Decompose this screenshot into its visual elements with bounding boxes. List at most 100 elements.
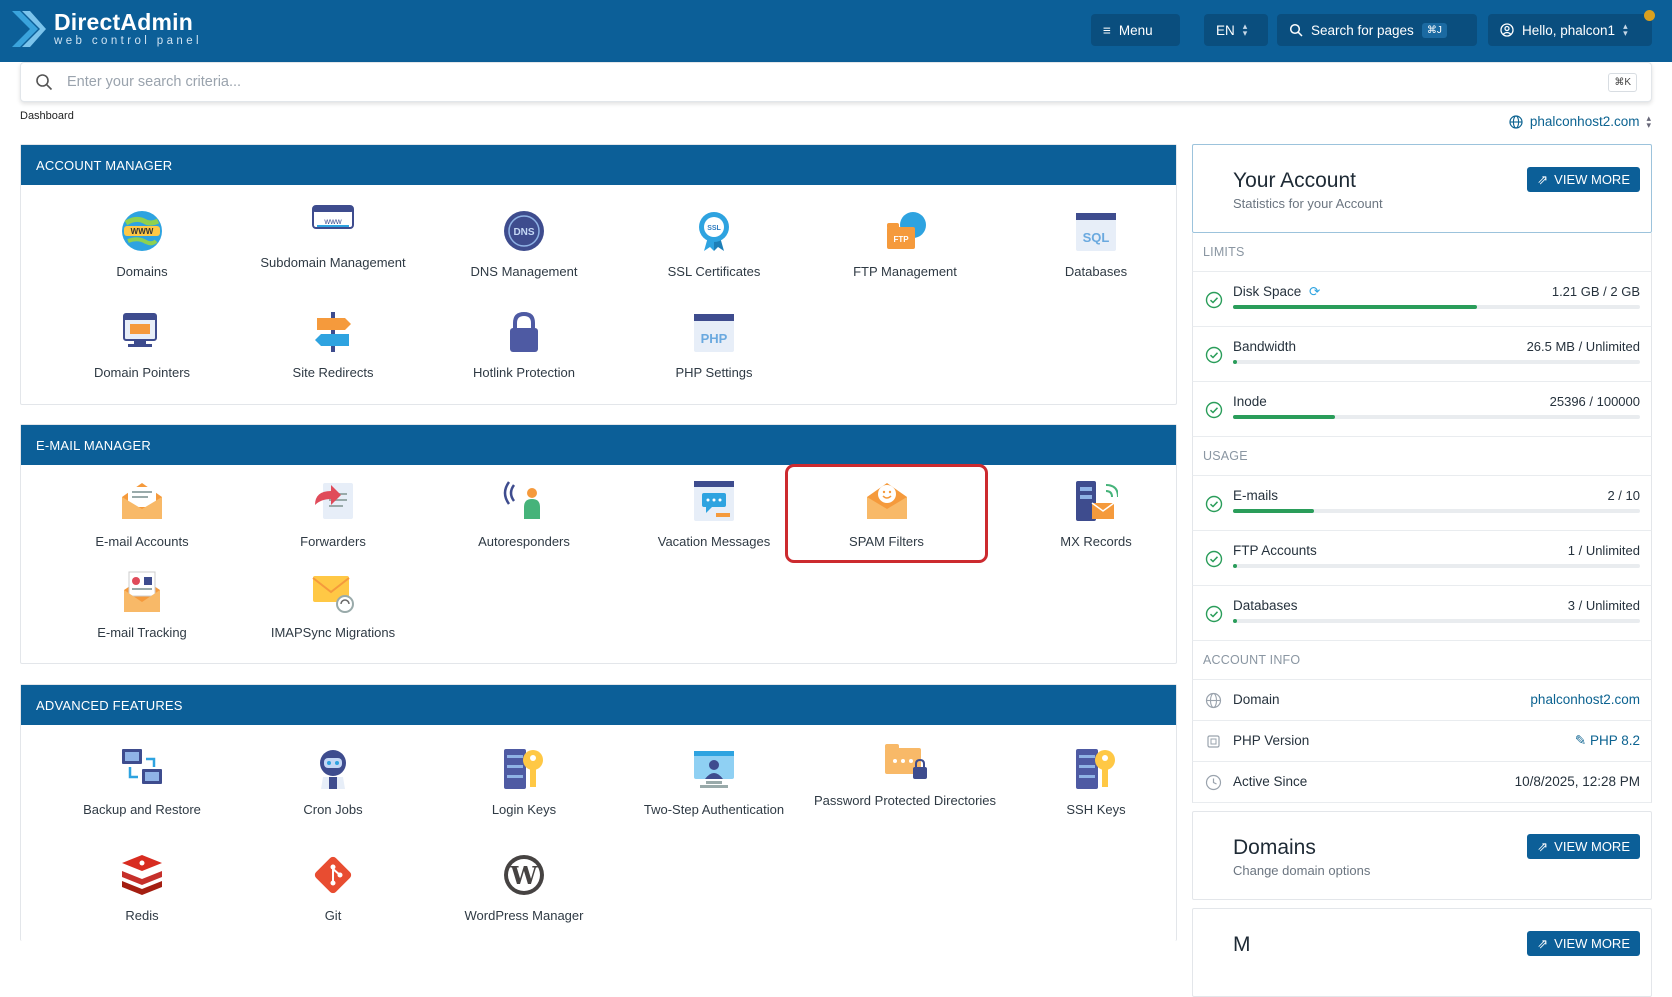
your-account-subtitle: Statistics for your Account [1233, 196, 1383, 211]
tile-site-redirects[interactable]: Site Redirects [238, 310, 428, 382]
chip-icon [1207, 735, 1220, 748]
limit-row-inode: Inode 25396 / 100000 [1192, 382, 1652, 437]
tile-password-protected-directories[interactable]: Password Protected Directories [810, 738, 1000, 810]
limit-name: Bandwidth [1233, 339, 1297, 354]
notification-dot[interactable] [1644, 10, 1655, 21]
tile-imapsync-migrations[interactable]: IMAPSync Migrations [238, 570, 428, 642]
view-more-button[interactable]: ⇗ VIEW MORE [1527, 834, 1640, 859]
tile-email-tracking[interactable]: E-mail Tracking [47, 570, 237, 642]
sql-database-icon: SQL [1076, 213, 1116, 251]
tile-forwarders[interactable]: Forwarders [238, 479, 428, 551]
svg-text:SQL: SQL [1083, 230, 1110, 245]
tile-label: DNS Management [470, 264, 578, 279]
email-tracking-icon [124, 571, 160, 612]
svg-text:SSL: SSL [707, 225, 721, 232]
tile-autoresponders[interactable]: Autoresponders [429, 479, 619, 551]
tile-spam-filters[interactable]: SPAM Filters [785, 464, 988, 563]
info-name: Active Since [1233, 774, 1308, 789]
domain-link[interactable]: phalconhost2.com [1530, 692, 1640, 707]
svg-text:WWW: WWW [131, 227, 154, 236]
tile-wordpress-manager[interactable]: W WordPress Manager [429, 853, 619, 925]
vacation-message-icon [694, 481, 734, 521]
domains-card-title: Domains [1233, 836, 1316, 859]
tile-label: FTP Management [853, 264, 957, 279]
progress-bar [1233, 360, 1640, 364]
tile-databases[interactable]: SQL Databases [1001, 209, 1191, 281]
hamburger-icon: ≡ [1103, 22, 1111, 38]
tile-php-settings[interactable]: PHP PHP Settings [619, 310, 809, 382]
ftp-folder-icon: FTP [887, 212, 926, 249]
limit-row-disk-space: Disk Space ⟳ 1.21 GB / 2 GB [1192, 272, 1652, 327]
tile-two-step-authentication[interactable]: Two-Step Authentication [619, 747, 809, 819]
tile-git[interactable]: Git [238, 853, 428, 925]
envelope-icon [122, 483, 162, 519]
tile-label: Hotlink Protection [473, 365, 575, 380]
tile-login-keys[interactable]: Login Keys [429, 747, 619, 819]
usage-value: 3 / Unlimited [1567, 598, 1640, 613]
view-more-label: VIEW MORE [1554, 839, 1630, 854]
search-icon [36, 74, 53, 91]
progress-bar [1233, 305, 1640, 309]
tile-email-accounts[interactable]: E-mail Accounts [47, 479, 237, 551]
link-arrow-icon: ⇗ [1537, 935, 1549, 951]
email-manager-panel: E-MAIL MANAGER E-mail Accounts Forwarder… [20, 424, 1177, 664]
usage-value: 2 / 10 [1607, 488, 1640, 503]
progress-fill [1233, 360, 1238, 364]
wordpress-icon: W [504, 855, 544, 895]
tile-label: E-mail Accounts [95, 534, 189, 549]
tile-label: Databases [1064, 264, 1128, 279]
tile-ssl-certificates[interactable]: SSL SSL Certificates [619, 209, 809, 281]
page-search-label: Search for pages [1311, 22, 1414, 38]
search-bar[interactable]: Enter your search criteria... ⌘K [20, 62, 1652, 102]
limit-value: 25396 / 100000 [1549, 394, 1640, 409]
forward-icon [315, 483, 353, 519]
tile-redis[interactable]: Redis [47, 853, 237, 925]
account-info-section-title: ACCOUNT INFO [1192, 641, 1652, 680]
language-select[interactable]: EN ▴ ▾ [1204, 14, 1268, 46]
tile-backup-and-restore[interactable]: Backup and Restore [47, 747, 237, 819]
chevron-updown-icon: ▴ ▾ [1646, 112, 1651, 130]
refresh-icon[interactable]: ⟳ [1309, 284, 1320, 299]
usage-name: FTP Accounts [1233, 543, 1317, 558]
chevron-updown-icon: ▴ ▾ [1623, 21, 1628, 38]
check-circle-icon [1205, 401, 1223, 419]
progress-bar [1233, 415, 1640, 419]
tile-label: SSL Certificates [667, 264, 761, 279]
tile-hotlink-protection[interactable]: Hotlink Protection [429, 310, 619, 382]
breadcrumb[interactable]: Dashboard [20, 110, 74, 122]
php-version-link[interactable]: ✎ PHP 8.2 [1575, 733, 1640, 749]
account-sidebar: Your Account Statistics for your Account… [1192, 144, 1652, 997]
tile-ssh-keys[interactable]: SSH Keys [1001, 747, 1191, 819]
progress-bar [1233, 619, 1640, 623]
tile-dns-management[interactable]: DNS DNS Management [429, 209, 619, 281]
check-circle-icon [1205, 550, 1223, 568]
tile-ftp-management[interactable]: FTP FTP Management [810, 209, 1000, 281]
user-menu-button[interactable]: Hello, phalcon1 ▴ ▾ [1488, 14, 1652, 46]
tile-label: Domain Pointers [93, 365, 191, 380]
logo[interactable]: DirectAdmin web control panel [10, 8, 202, 50]
view-more-button[interactable]: ⇗ VIEW MORE [1527, 931, 1640, 956]
info-row-domain: Domain phalconhost2.com [1192, 680, 1652, 721]
svg-text:W: W [510, 861, 539, 890]
progress-fill [1233, 305, 1478, 309]
tile-domain-pointers[interactable]: Domain Pointers [47, 310, 237, 382]
progress-fill [1233, 564, 1238, 568]
page-search-button[interactable]: Search for pages ⌘J [1277, 14, 1477, 46]
tile-cron-jobs[interactable]: Cron Jobs [238, 747, 428, 819]
search-icon [1289, 23, 1303, 37]
tile-mx-records[interactable]: MX Records [1001, 479, 1191, 551]
imapsync-icon [312, 576, 354, 613]
info-value: 10/8/2025, 12:28 PM [1514, 774, 1640, 789]
search-input[interactable]: Enter your search criteria... [67, 74, 1608, 90]
tile-subdomain-management[interactable]: www Subdomain Management [238, 200, 428, 272]
tile-domains[interactable]: WWW Domains [47, 209, 237, 281]
check-circle-icon [1205, 346, 1223, 364]
link-arrow-icon: ⇗ [1537, 171, 1549, 187]
tile-vacation-messages[interactable]: Vacation Messages [619, 479, 809, 551]
next-card-title: M [1233, 933, 1251, 956]
domains-card: Domains Change domain options ⇗ VIEW MOR… [1192, 811, 1652, 900]
mx-server-icon [1076, 481, 1118, 521]
domain-selector[interactable]: phalconhost2.com ▴ ▾ [1509, 112, 1651, 130]
view-more-button[interactable]: ⇗ VIEW MORE [1527, 167, 1640, 192]
menu-button[interactable]: ≡ Menu [1091, 14, 1180, 46]
